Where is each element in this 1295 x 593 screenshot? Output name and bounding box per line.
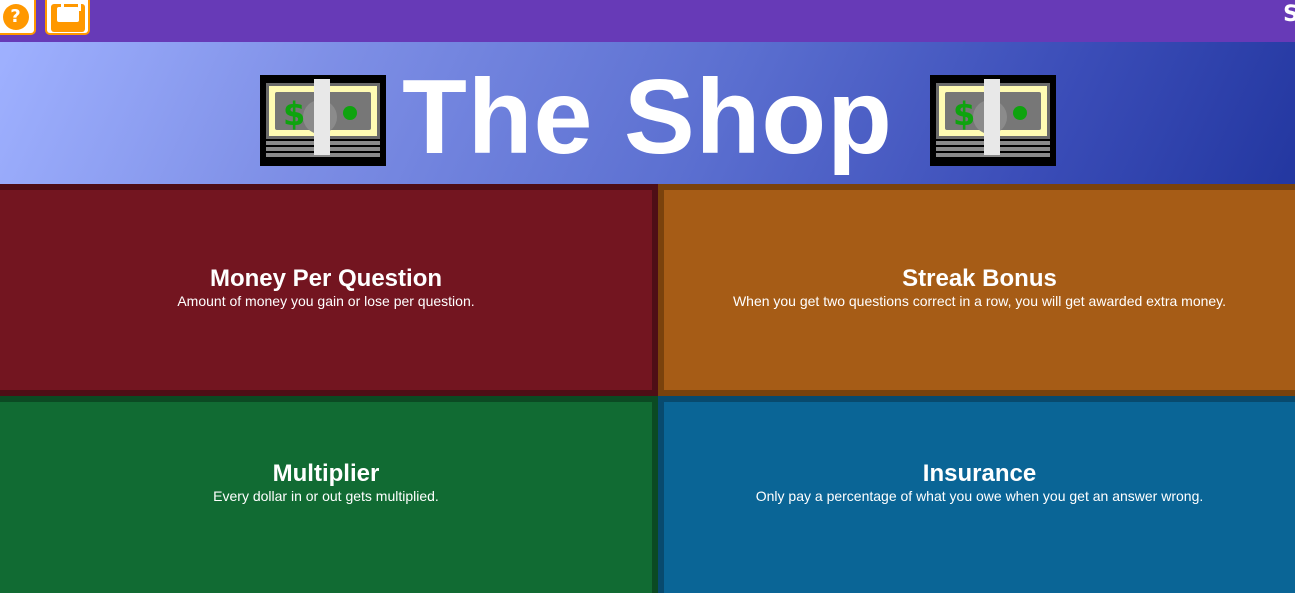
upgrade-card-money-per-question[interactable]: Money Per Question Amount of money you g… bbox=[0, 184, 658, 396]
upgrade-card-insurance[interactable]: Insurance Only pay a percentage of what … bbox=[658, 396, 1295, 593]
corner-text: S bbox=[1283, 2, 1295, 27]
upgrade-name: Insurance bbox=[922, 460, 1037, 487]
money-bill-icon: $ bbox=[930, 75, 1056, 166]
help-button[interactable]: ? bbox=[0, 0, 36, 35]
upgrade-card-streak-bonus[interactable]: Streak Bonus When you get two questions … bbox=[658, 184, 1295, 396]
upgrade-name: Money Per Question bbox=[209, 264, 443, 292]
page-title: The Shop bbox=[402, 58, 893, 176]
upgrade-name: Multiplier bbox=[272, 460, 380, 487]
upgrade-description: When you get two questions correct in a … bbox=[732, 292, 1227, 309]
shop-button[interactable] bbox=[45, 0, 90, 35]
upgrade-description: Every dollar in or out gets multiplied. bbox=[213, 488, 439, 504]
upgrade-name: Streak Bonus bbox=[902, 264, 1057, 292]
upgrade-description: Amount of money you gain or lose per que… bbox=[177, 292, 475, 309]
upgrade-card-multiplier[interactable]: Multiplier Every dollar in or out gets m… bbox=[0, 396, 658, 593]
shop-banner: $ The Shop $ bbox=[0, 42, 1295, 184]
shopping-bag-icon bbox=[50, 0, 85, 32]
upgrade-description: Only pay a percentage of what you owe wh… bbox=[755, 488, 1204, 504]
question-mark-icon: ? bbox=[2, 3, 29, 30]
top-bar: ? S bbox=[0, 0, 1295, 42]
